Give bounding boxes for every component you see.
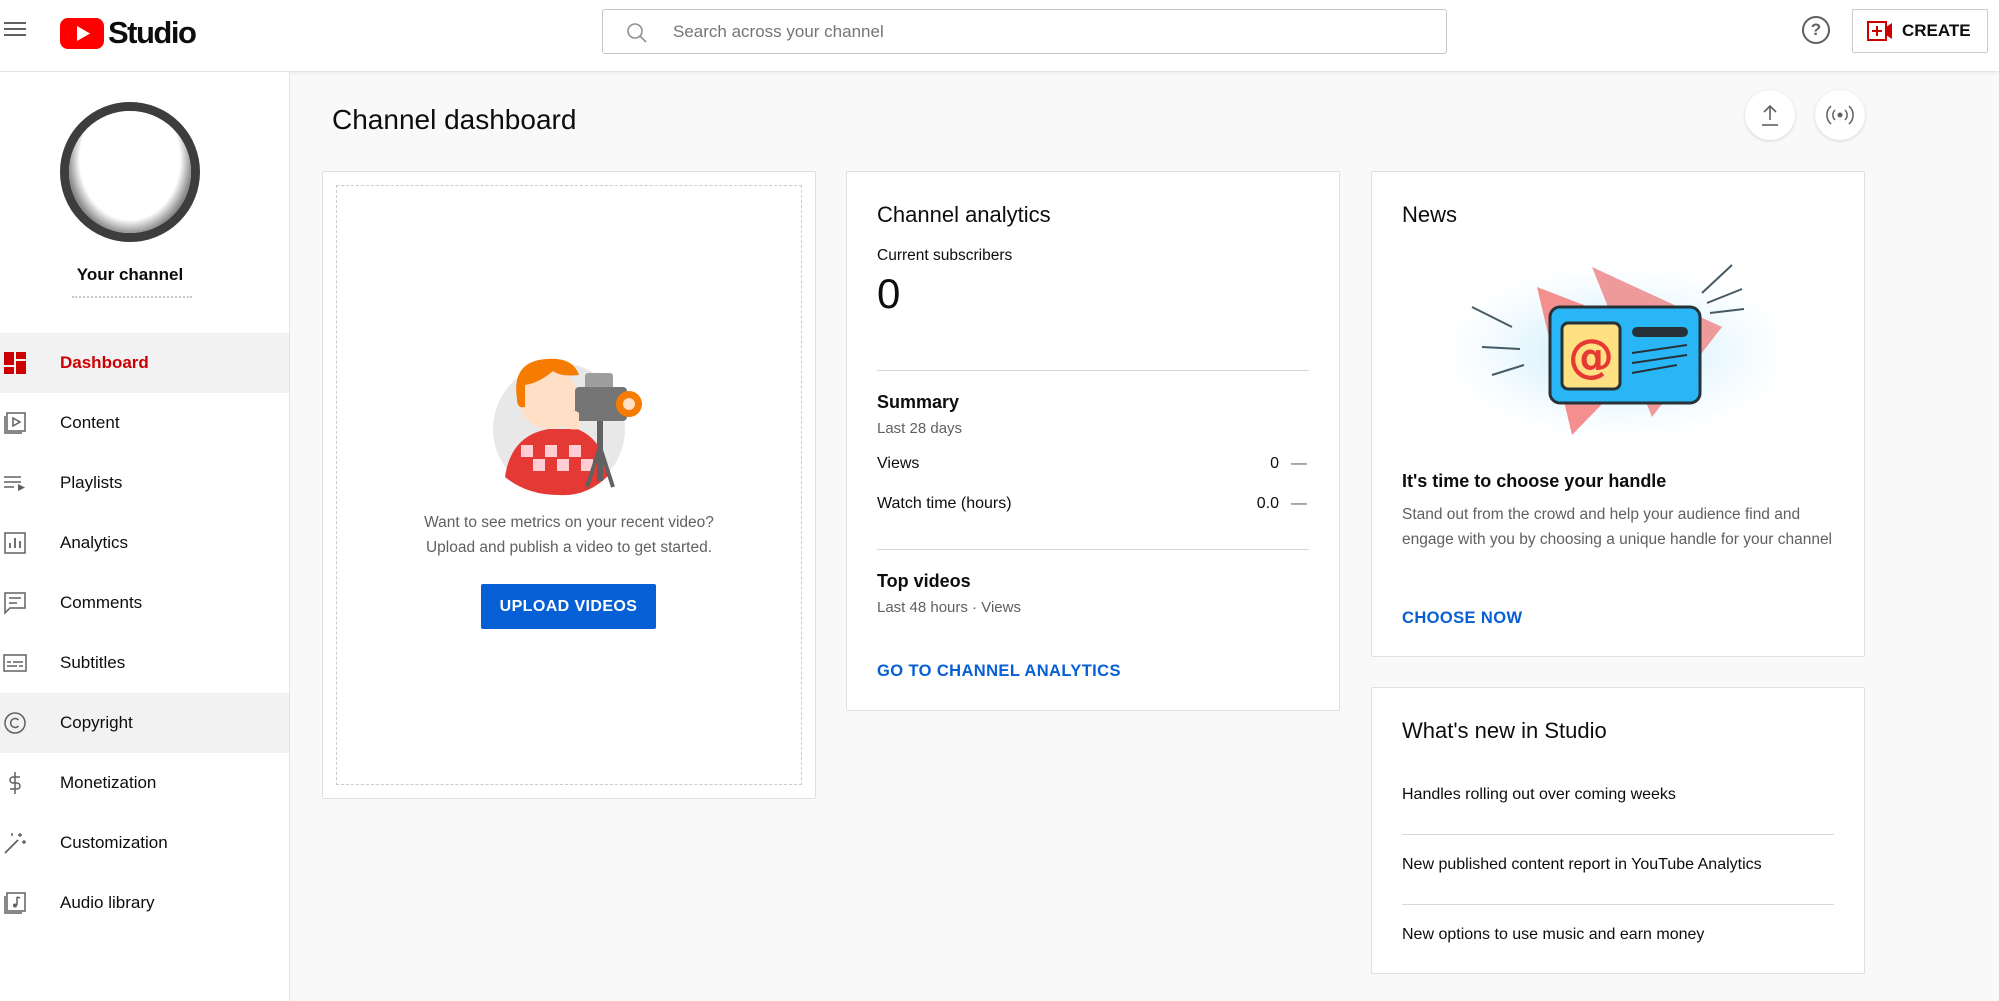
sidebar-item-label: Subtitles	[60, 653, 126, 672]
sidebar-item-label: Analytics	[60, 533, 129, 552]
search-icon	[627, 23, 647, 43]
create-button-label: CREATE	[1902, 21, 1971, 40]
sidebar-item-label: Customization	[60, 833, 168, 852]
row-label: Views	[877, 455, 920, 472]
go-live-button[interactable]	[1815, 90, 1865, 140]
sidebar-item-playlists[interactable]: Playlists	[0, 453, 289, 513]
top-videos-title: Top videos	[877, 571, 971, 591]
subtitles-icon	[3, 654, 27, 672]
sidebar-item-label: Comments	[60, 593, 143, 612]
sidebar-item-dashboard[interactable]: Dashboard	[0, 333, 289, 393]
divider	[877, 370, 1309, 371]
sidebar-item-subtitles[interactable]: Subtitles	[0, 633, 289, 693]
sidebar-item-customization[interactable]: Customization	[0, 813, 289, 873]
copyright-icon	[4, 712, 26, 734]
sidebar-item-analytics[interactable]: Analytics	[0, 513, 289, 573]
sidebar-item-label: Copyright	[60, 713, 133, 732]
help-icon[interactable]: ?	[1802, 16, 1830, 44]
dashboard-icon	[4, 352, 26, 374]
studio-logo[interactable]: Studio	[60, 15, 197, 51]
customization-icon	[4, 833, 26, 854]
upload-prompt-text: Want to see metrics on your recent video…	[323, 510, 815, 560]
row-value: 0.0	[1256, 495, 1279, 512]
news-title: News	[1402, 202, 1458, 227]
sidebar-item-comments[interactable]: Comments	[0, 573, 289, 633]
sidebar-item-label: Audio library	[60, 893, 155, 912]
monetization-icon	[9, 772, 21, 794]
top-videos-period: Last 48 hours · Views	[877, 599, 1021, 616]
sidebar-item-label: Dashboard	[60, 353, 149, 372]
row-value: 0	[1270, 455, 1279, 472]
page-title: Channel dashboard	[332, 104, 577, 135]
channel-avatar[interactable]	[60, 102, 200, 242]
sidebar-item-audio-library[interactable]: Audio library	[0, 873, 289, 933]
whats-new-title: What's new in Studio	[1402, 718, 1607, 743]
create-button[interactable]: CREATE	[1852, 9, 1988, 53]
analytics-icon	[4, 532, 26, 554]
summary-title: Summary	[877, 392, 960, 412]
whats-new-item[interactable]: Handles rolling out over coming weeks	[1402, 786, 1834, 804]
handle-card-illustration: @	[1437, 262, 1797, 442]
whats-new-card: What's new in Studio Handles rolling out…	[1371, 687, 1865, 974]
trend-indicator: —	[1291, 455, 1307, 472]
playlists-icon	[4, 476, 25, 491]
upload-video-card: Want to see metrics on your recent video…	[322, 171, 816, 799]
live-broadcast-icon	[1826, 105, 1854, 125]
news-card: News @ It's time to choose your handle S…	[1371, 171, 1865, 657]
current-subscribers-label: Current subscribers	[877, 247, 1013, 264]
youtube-logo-icon	[60, 17, 104, 49]
whats-new-item[interactable]: New options to use music and earn money	[1402, 926, 1834, 944]
comments-icon	[4, 592, 26, 615]
upload-prompt-line-1: Want to see metrics on your recent video…	[424, 514, 714, 531]
camera-person-illustration	[493, 358, 642, 496]
create-video-icon	[1867, 21, 1892, 41]
sidebar-item-monetization[interactable]: Monetization	[0, 753, 289, 813]
choose-now-link[interactable]: CHOOSE NOW	[1402, 609, 1522, 628]
current-subscribers-value: 0	[877, 270, 901, 317]
search-box[interactable]	[602, 9, 1447, 54]
channel-name: Your channel	[76, 265, 184, 284]
summary-period: Last 28 days	[877, 420, 963, 437]
sidebar-item-label: Monetization	[60, 773, 157, 792]
news-heading: It's time to choose your handle	[1402, 471, 1667, 491]
upload-button[interactable]	[1745, 90, 1795, 140]
summary-row-watch-time: Watch time (hours) 0.0 —	[877, 495, 1309, 519]
sidebar-nav: Dashboard Content Playlists Analytics Co…	[0, 333, 289, 933]
whats-new-item[interactable]: New published content report in YouTube …	[1402, 856, 1834, 874]
content-icon	[4, 412, 26, 434]
row-label: Watch time (hours)	[877, 495, 1012, 512]
logo-text: Studio	[108, 15, 197, 50]
upload-prompt-line-2: Upload and publish a video to get starte…	[425, 539, 713, 556]
audio-library-icon	[4, 892, 26, 914]
divider	[1402, 834, 1834, 835]
sidebar-item-content[interactable]: Content	[0, 393, 289, 453]
sidebar: Your channel Dashboard Content Playlists…	[0, 72, 290, 1001]
trend-indicator: —	[1291, 495, 1307, 512]
search-input[interactable]	[673, 10, 1433, 53]
news-body: Stand out from the crowd and help your a…	[1402, 506, 1833, 548]
channel-handle-placeholder	[72, 296, 192, 299]
svg-text:@: @	[1568, 329, 1614, 383]
summary-row-views: Views 0 —	[877, 455, 1309, 479]
top-app-bar: Studio ? CREATE	[0, 0, 1999, 72]
upload-icon	[1762, 104, 1778, 126]
divider	[1402, 904, 1834, 905]
channel-analytics-title: Channel analytics	[877, 202, 1051, 227]
divider	[877, 549, 1309, 550]
menu-icon[interactable]	[4, 18, 28, 38]
channel-analytics-card: Channel analytics Current subscribers 0 …	[846, 171, 1340, 711]
go-to-channel-analytics-link[interactable]: GO TO CHANNEL ANALYTICS	[877, 662, 1121, 681]
sidebar-item-label: Playlists	[60, 473, 123, 492]
sidebar-item-label: Content	[60, 413, 120, 432]
upload-videos-button[interactable]: UPLOAD VIDEOS	[481, 584, 656, 629]
sidebar-item-copyright[interactable]: Copyright	[0, 693, 289, 753]
